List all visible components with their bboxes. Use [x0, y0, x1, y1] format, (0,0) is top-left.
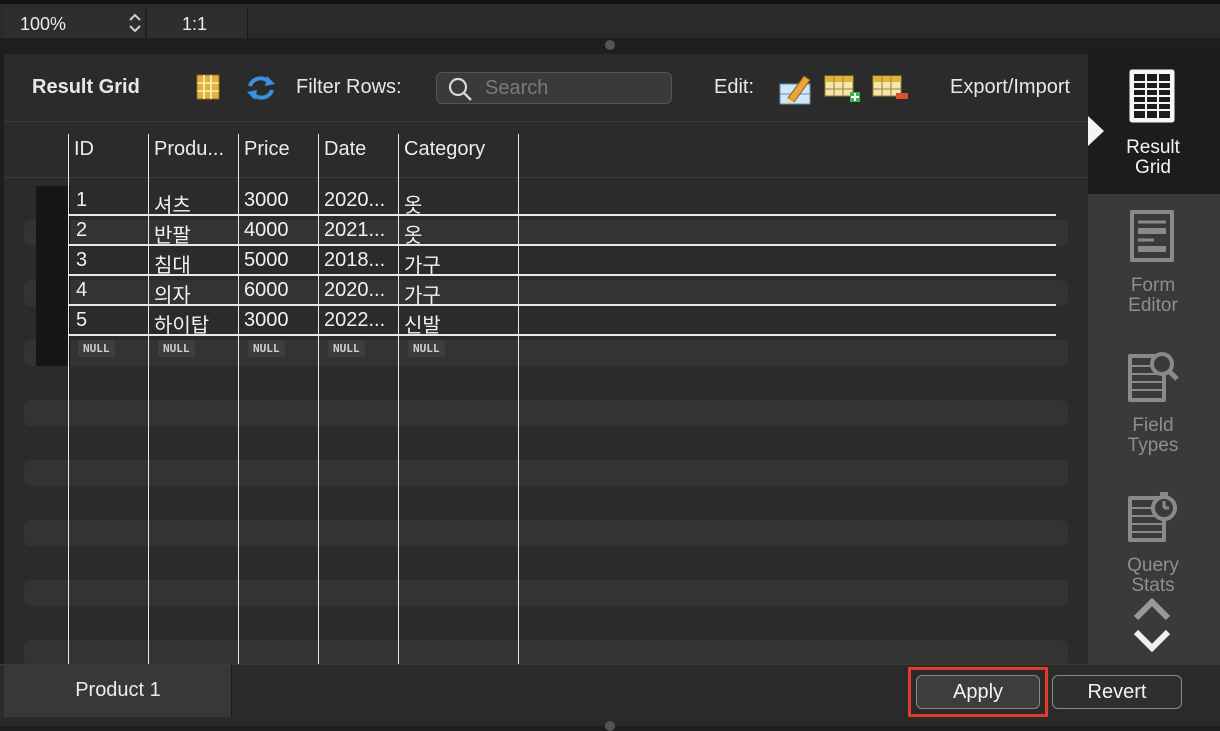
zoom-value: 100% — [20, 14, 67, 34]
cell-price[interactable]: 6000 — [244, 279, 314, 302]
filter-rows-label: Filter Rows: — [296, 76, 402, 98]
null-badge[interactable]: NULL — [248, 340, 285, 357]
revert-button[interactable]: Revert — [1052, 675, 1182, 709]
apply-button[interactable]: Apply — [916, 675, 1040, 709]
cell-category[interactable]: 가구 — [404, 249, 514, 278]
export-import-label[interactable]: Export/Import — [950, 76, 1088, 99]
column-header-category[interactable]: Category — [404, 138, 514, 161]
edit-label: Edit: — [714, 76, 755, 98]
status-bar: 100% 1:1 — [0, 0, 1220, 38]
tab-query-stats[interactable]: Query Stats — [1088, 474, 1220, 614]
delete-row-icon[interactable] — [872, 74, 910, 104]
table-row[interactable]: 5 하이탑 3000 2022... 신발 — [68, 306, 1056, 338]
splitter-handle[interactable] — [605, 40, 615, 50]
result-tab-label: Product 1 — [75, 679, 161, 701]
cell-price[interactable]: 5000 — [244, 249, 314, 272]
cell-product[interactable]: 침대 — [154, 249, 234, 278]
cell-product[interactable]: 셔츠 — [154, 189, 234, 218]
zoom-stepper-icon[interactable] — [124, 10, 146, 36]
column-header-id[interactable]: ID — [74, 138, 150, 161]
cell-date[interactable]: 2021... — [324, 219, 400, 242]
cell-price[interactable]: 3000 — [244, 189, 314, 212]
cell-date[interactable]: 2018... — [324, 249, 400, 272]
row-selector[interactable] — [36, 276, 70, 306]
tab-label: Field Types — [1127, 415, 1179, 456]
tab-label: Query Stats — [1127, 555, 1179, 596]
table-row[interactable]: 2 반팔 4000 2021... 옷 — [68, 216, 1056, 248]
footer-bar: Product 1 Apply Revert — [0, 664, 1220, 731]
refresh-icon[interactable] — [245, 74, 277, 102]
search-field[interactable] — [436, 72, 672, 104]
edit-cell-icon[interactable] — [778, 72, 814, 106]
tab-result-grid[interactable]: Result Grid — [1088, 54, 1220, 194]
cell-price[interactable]: 3000 — [244, 309, 314, 332]
column-header-product[interactable]: Produ... — [154, 138, 240, 161]
cell-price[interactable]: 4000 — [244, 219, 314, 242]
cell-category[interactable]: 옷 — [404, 189, 514, 218]
cell-category[interactable]: 가구 — [404, 279, 514, 308]
chevron-up-icon[interactable] — [1132, 596, 1172, 622]
null-badge[interactable]: NULL — [408, 340, 445, 357]
row-selector[interactable] — [36, 246, 70, 276]
cell-date[interactable]: 2022... — [324, 309, 400, 332]
cell-product[interactable]: 반팔 — [154, 219, 234, 248]
ratio-control[interactable]: 1:1 — [148, 8, 248, 38]
tab-label: Form Editor — [1128, 275, 1178, 316]
grid-header: ID Produ... Price Date Category — [4, 122, 1088, 178]
cell-category[interactable]: 신발 — [404, 309, 514, 338]
cell-product[interactable]: 의자 — [154, 279, 234, 308]
column-grid-icon[interactable] — [196, 74, 220, 100]
result-toolbar: Result Grid Filter Rows: Edit: — [4, 54, 1088, 122]
cell-date[interactable]: 2020... — [324, 279, 400, 302]
chevron-down-icon[interactable] — [1132, 626, 1172, 654]
cell-date[interactable]: 2020... — [324, 189, 400, 212]
zoom-control[interactable]: 100% — [4, 8, 146, 38]
splitter-handle[interactable] — [605, 721, 615, 731]
cell-product[interactable]: 하이탑 — [154, 309, 234, 338]
column-header-price[interactable]: Price — [244, 138, 320, 161]
view-switcher: Result Grid Form Editor Field Types Quer… — [1088, 54, 1220, 664]
query-stats-icon — [1128, 492, 1177, 542]
form-editor-icon — [1130, 210, 1174, 262]
null-badge[interactable]: NULL — [78, 340, 115, 357]
cell-category[interactable]: 옷 — [404, 219, 514, 248]
table-row[interactable]: 4 의자 6000 2020... 가구 — [68, 276, 1056, 308]
result-tab[interactable]: Product 1 — [4, 665, 232, 717]
table-row[interactable]: 1 셔츠 3000 2020... 옷 — [68, 186, 1056, 218]
null-badge[interactable]: NULL — [158, 340, 195, 357]
row-selector[interactable] — [36, 336, 70, 366]
result-grid: ID Produ... Price Date Category 1 셔츠 300… — [4, 122, 1088, 664]
cell-id[interactable]: 2 — [76, 219, 146, 242]
row-selector[interactable] — [36, 186, 70, 216]
row-selector[interactable] — [36, 306, 70, 336]
cell-id[interactable]: 3 — [76, 249, 146, 272]
table-row[interactable]: 3 침대 5000 2018... 가구 — [68, 246, 1056, 278]
tab-field-types[interactable]: Field Types — [1088, 334, 1220, 474]
null-badge[interactable]: NULL — [328, 340, 365, 357]
field-types-icon — [1128, 352, 1179, 402]
new-row[interactable]: NULL NULL NULL NULL NULL — [68, 336, 1056, 366]
tab-form-editor[interactable]: Form Editor — [1088, 194, 1220, 334]
ratio-value: 1:1 — [182, 14, 208, 34]
result-grid-icon — [1129, 69, 1175, 123]
search-icon — [448, 77, 472, 101]
column-header-date[interactable]: Date — [324, 138, 400, 161]
add-row-icon[interactable] — [824, 74, 862, 104]
cell-id[interactable]: 1 — [76, 189, 146, 212]
cell-id[interactable]: 4 — [76, 279, 146, 302]
tab-label: Result Grid — [1126, 137, 1180, 178]
toolbar-title: Result Grid — [32, 76, 140, 98]
cell-id[interactable]: 5 — [76, 309, 146, 332]
search-input[interactable] — [485, 73, 665, 103]
row-selector[interactable] — [36, 216, 70, 246]
